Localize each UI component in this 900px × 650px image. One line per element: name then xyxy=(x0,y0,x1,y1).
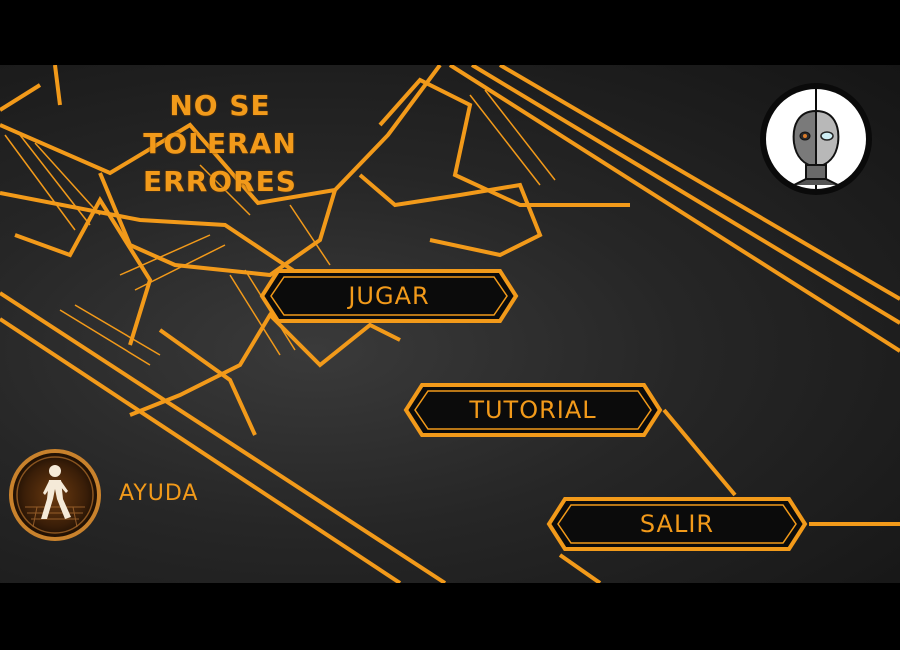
help-label: AYUDA xyxy=(119,481,199,506)
play-button[interactable]: JUGAR xyxy=(258,267,520,325)
exit-button[interactable]: SALIR xyxy=(545,495,809,553)
tutorial-button-label: TUTORIAL xyxy=(469,396,597,424)
tutorial-button[interactable]: TUTORIAL xyxy=(402,381,664,439)
exit-button-label: SALIR xyxy=(639,510,715,538)
profile-button[interactable] xyxy=(758,81,874,197)
game-title-line-1: NO SE TOLERAN xyxy=(143,89,297,160)
game-title: NO SE TOLERAN ERRORES xyxy=(100,87,340,201)
play-button-label: JUGAR xyxy=(348,282,430,310)
game-menu-screen: NO SE TOLERAN ERRORES JUGAR TUTORIAL SAL… xyxy=(0,65,900,583)
walking-person-icon xyxy=(9,449,101,541)
robot-face-icon xyxy=(760,83,872,195)
help-button[interactable]: AYUDA xyxy=(5,447,205,543)
game-title-line-2: ERRORES xyxy=(143,165,297,198)
